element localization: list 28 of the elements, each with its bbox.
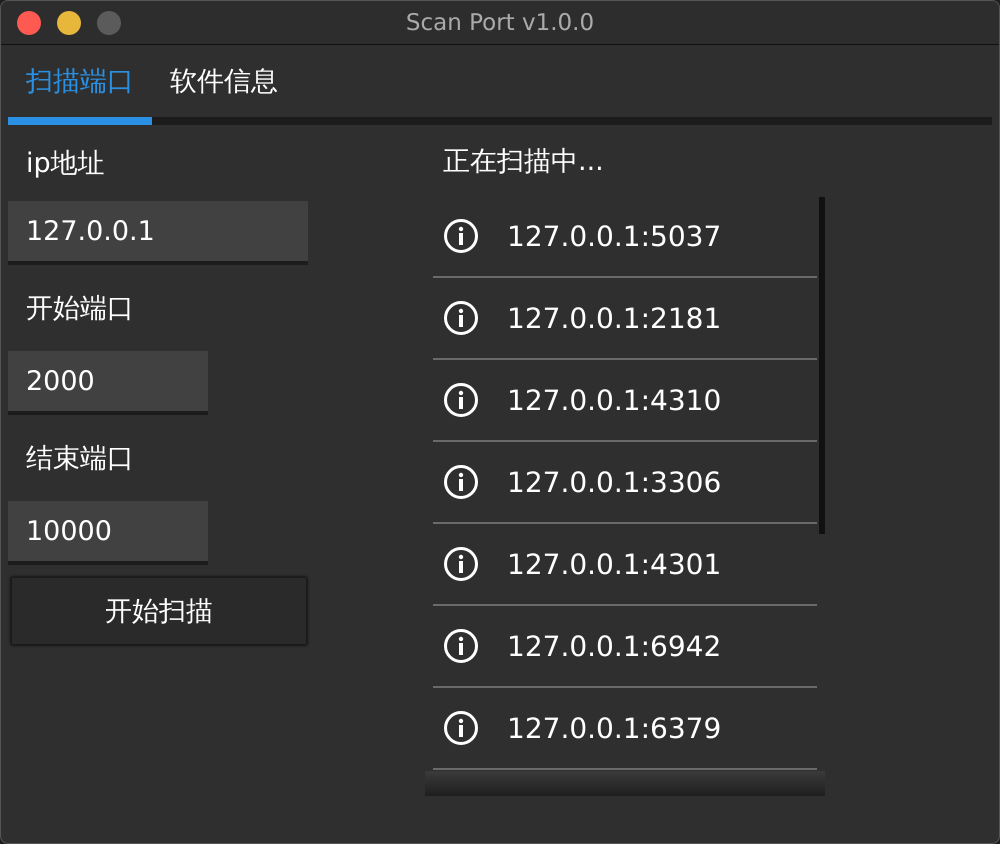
close-button[interactable] — [17, 11, 41, 35]
result-address: 127.0.0.1:6379 — [507, 712, 722, 744]
field-label: ip地址 — [26, 147, 105, 181]
start-scan-button[interactable]: 开始扫描 — [11, 577, 307, 645]
result-address: 127.0.0.1:3306 — [507, 466, 722, 498]
minimize-button[interactable] — [57, 11, 81, 35]
scrollbar[interactable] — [819, 197, 825, 534]
result-address: 127.0.0.1:4310 — [507, 384, 722, 416]
status-text: 正在扫描中... — [443, 144, 604, 178]
result-address: 127.0.0.1:4301 — [507, 548, 722, 580]
input-field[interactable]: 127.0.0.1 — [8, 201, 308, 265]
result-address: 127.0.0.1:6942 — [507, 630, 722, 662]
input-field[interactable]: 10000 — [8, 501, 208, 565]
window-title: Scan Port v1.0.0 — [406, 10, 594, 36]
tab[interactable]: 扫描端口 — [8, 45, 152, 125]
info-icon — [443, 464, 479, 500]
result-address: 127.0.0.1:2181 — [507, 302, 722, 334]
info-icon — [443, 628, 479, 664]
field-label: 结束端口 — [26, 442, 134, 476]
field-label: 开始端口 — [26, 292, 134, 326]
tab[interactable]: 软件信息 — [152, 45, 296, 125]
info-icon — [443, 546, 479, 582]
input-field[interactable]: 2000 — [8, 351, 208, 415]
info-icon — [443, 300, 479, 336]
info-icon — [443, 710, 479, 746]
info-icon — [443, 382, 479, 418]
result-address: 127.0.0.1:5037 — [507, 220, 722, 252]
info-icon — [443, 218, 479, 254]
